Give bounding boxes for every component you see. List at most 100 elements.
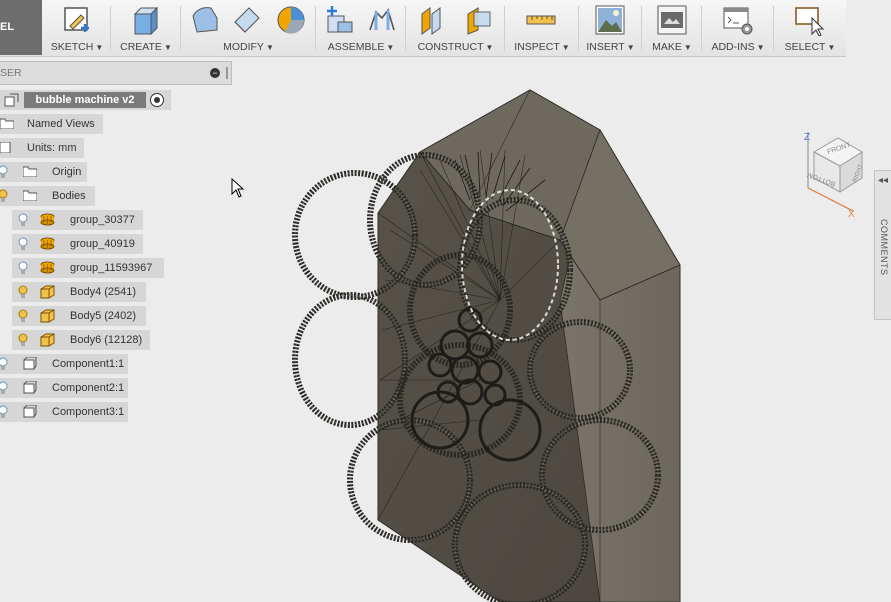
visibility-bulb-off-icon[interactable] [18, 212, 28, 228]
browser-item-body[interactable]: group_40919 [12, 234, 143, 254]
mouse-cursor-icon [231, 178, 245, 198]
browser-title: SER [0, 67, 22, 79]
visibility-bulb-on-icon[interactable] [18, 284, 28, 300]
insert-label: INSERT [586, 41, 625, 53]
visibility-bulb-off-icon[interactable] [0, 404, 8, 420]
chevron-down-icon: ▼ [163, 43, 172, 52]
browser-item-named-views[interactable]: Named Views [0, 114, 103, 134]
3d-print-icon [657, 5, 687, 35]
visibility-bulb-off-icon[interactable] [0, 164, 8, 180]
browser-item-label: group_30377 [70, 214, 135, 226]
browser-item-label: Component1:1 [52, 358, 125, 370]
browser-item-component[interactable]: Component1:1 [0, 354, 128, 374]
browser-item-label: Named Views [27, 118, 95, 130]
add-ins-label: ADD-INS [711, 41, 755, 53]
visibility-bulb-on-icon[interactable] [0, 188, 8, 204]
collapse-button[interactable]: − [210, 68, 220, 78]
browser-root-node[interactable]: bubble machine v2 [0, 90, 171, 110]
fillet-icon [234, 7, 260, 33]
sketch-label: SKETCH [50, 41, 94, 53]
offset-plane-icon [421, 7, 441, 35]
visibility-bulb-on-icon[interactable] [18, 332, 28, 348]
visibility-bulb-off-icon[interactable] [0, 380, 8, 396]
browser-item-component[interactable]: Component2:1 [0, 378, 128, 398]
solid-body-icon [40, 309, 55, 323]
component-icon [23, 381, 37, 394]
component-icon [23, 405, 37, 418]
construct-label: CONSTRUCT [417, 41, 484, 53]
chevron-down-icon: ▼ [756, 43, 765, 52]
comments-label: COMMENTS [879, 219, 889, 276]
chevron-down-icon: ▼ [626, 43, 635, 52]
inspect-label: INSPECT [514, 41, 560, 53]
select-label: SELECT [784, 41, 826, 53]
create-menu[interactable]: CREATE ▼ [111, 0, 181, 55]
new-component-icon [327, 6, 353, 33]
browser-item-label: group_11593967 [70, 262, 153, 274]
browser-item-body[interactable]: Body4 (2541) [12, 282, 146, 302]
view-cube[interactable]: Z X FRONT BOTTOM RIGHT [798, 126, 868, 218]
folder-icon [0, 118, 14, 129]
assemble-label: ASSEMBLE [327, 41, 385, 53]
component-icon [23, 357, 37, 370]
make-menu[interactable]: MAKE ▼ [642, 0, 702, 55]
select-menu[interactable]: SELECT ▼ [774, 0, 846, 55]
component-icon [4, 93, 19, 107]
model-render [292, 89, 681, 602]
comments-panel-tab[interactable]: ◂◂ COMMENTS [874, 170, 891, 320]
visibility-bulb-off-icon[interactable] [18, 260, 28, 276]
browser-item-label: Origin [52, 166, 82, 178]
activate-radio-icon[interactable] [150, 93, 164, 107]
scripts-icon [723, 7, 753, 35]
expand-icon: ◂◂ [878, 175, 889, 186]
inspect-menu[interactable]: INSPECT ▼ [505, 0, 579, 55]
browser-item-body[interactable]: group_30377 [12, 210, 143, 230]
main-toolbar: EL SKETCH ▼ CREATE ▼ MODIFY ▼ ASSEMBLE ▼… [0, 0, 846, 57]
browser-item-label: group_40919 [70, 238, 135, 250]
browser-panel-header: SER − [0, 61, 232, 85]
canvas-viewport[interactable]: Z X FRONT BOTTOM RIGHT ◂◂ COMMENTS [0, 56, 891, 602]
browser-item-origin[interactable]: Origin [0, 162, 87, 182]
axis-x-label: X [848, 209, 855, 218]
root-component-name[interactable]: bubble machine v2 [24, 92, 146, 108]
browser-item-bodies[interactable]: Bodies [0, 186, 95, 206]
chevron-down-icon: ▼ [386, 43, 395, 52]
attached-canvas-icon [595, 5, 625, 35]
chevron-down-icon: ▼ [683, 43, 692, 52]
insert-menu[interactable]: INSERT ▼ [579, 0, 642, 55]
units-icon [0, 142, 11, 153]
visibility-bulb-off-icon[interactable] [0, 356, 8, 372]
joint-icon [369, 8, 395, 31]
solid-body-icon [40, 333, 55, 347]
browser-item-label: Bodies [52, 190, 86, 202]
chevron-down-icon: ▼ [95, 43, 104, 52]
workspace-label: EL [0, 21, 15, 33]
assemble-menu[interactable]: ASSEMBLE ▼ [316, 0, 406, 55]
browser-item-body[interactable]: Body6 (12128) [12, 330, 150, 350]
press-pull-icon [192, 7, 218, 33]
create-label: CREATE [120, 41, 162, 53]
browser-item-units[interactable]: Units: mm [0, 138, 84, 158]
appearance-icon [277, 6, 305, 34]
visibility-bulb-off-icon[interactable] [18, 236, 28, 252]
sketch-menu[interactable]: SKETCH ▼ [43, 0, 111, 55]
window-select-icon [795, 7, 825, 36]
workspace-switcher[interactable]: EL [0, 0, 42, 55]
browser-item-component[interactable]: Component3:1 [0, 402, 128, 422]
extrude-icon [133, 6, 159, 36]
browser-item-body[interactable]: group_11593967 [12, 258, 164, 278]
modify-menu[interactable]: MODIFY ▼ [181, 0, 316, 55]
add-ins-menu[interactable]: ADD-INS ▼ [702, 0, 774, 55]
chevron-down-icon: ▼ [265, 43, 274, 52]
measure-icon [526, 15, 556, 25]
browser-item-body[interactable]: Body5 (2402) [12, 306, 146, 326]
construct-menu[interactable]: CONSTRUCT ▼ [406, 0, 505, 55]
folder-icon [23, 166, 37, 177]
mesh-body-icon [40, 237, 55, 250]
panel-grip[interactable] [226, 67, 228, 79]
modify-label: MODIFY [223, 41, 264, 53]
axis-z-label: Z [804, 132, 810, 143]
folder-icon [23, 190, 37, 201]
visibility-bulb-on-icon[interactable] [18, 308, 28, 324]
chevron-down-icon: ▼ [485, 43, 494, 52]
